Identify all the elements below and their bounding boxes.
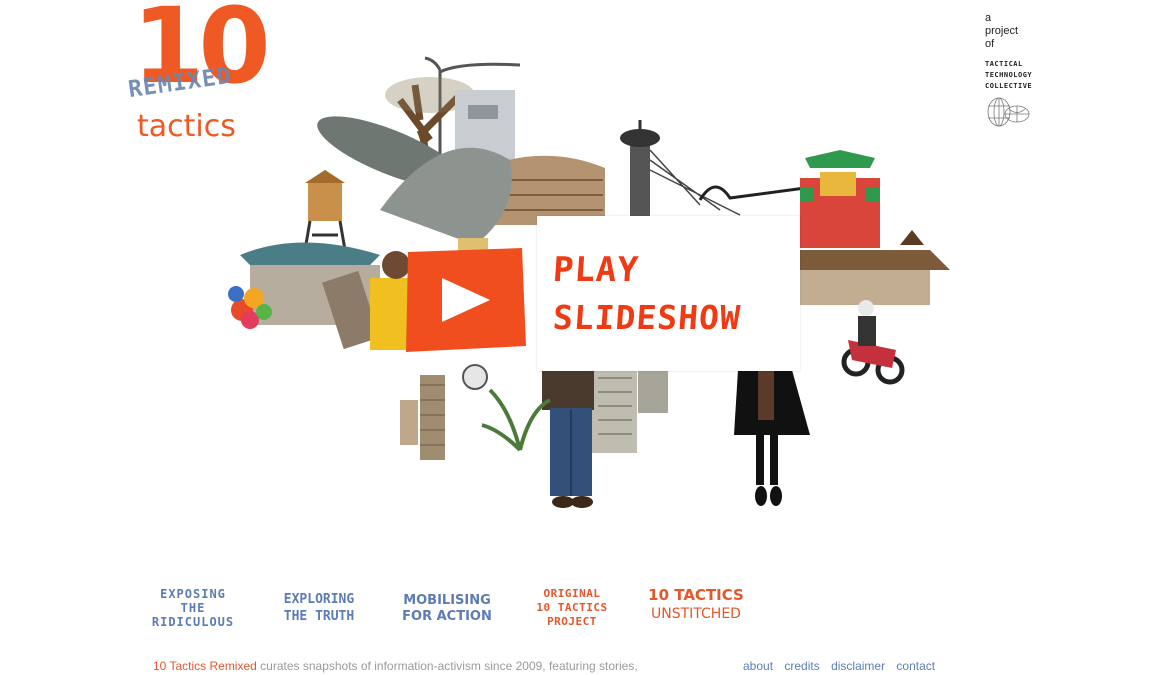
nav-exposing-line-2: THE: [180, 601, 206, 615]
nav-unstitched-line-1: 10 TACTICS: [648, 586, 744, 604]
nav-exploring-line-1: EXPLORING: [283, 592, 355, 607]
nav-10-tactics-unstitched[interactable]: 10 TACTICS UNSTITCHED: [643, 586, 749, 624]
nav-original-line-2: 10 TACTICS: [536, 601, 608, 614]
nav-original-line-1: ORIGINAL: [543, 587, 601, 600]
nav-exploring-line-2: THE TRUTH: [283, 609, 355, 624]
nav-exposing-line-1: EXPOSING: [160, 587, 226, 601]
nav-mobilising-for-action[interactable]: MOBILISING FOR ACTION: [395, 593, 499, 625]
nav-exposing-the-ridiculous[interactable]: EXPOSING THE RIDICULOUS: [143, 587, 243, 629]
footer-brand[interactable]: 10 Tactics Remixed: [153, 659, 257, 673]
play-slideshow-card[interactable]: PLAY SLIDESHOW: [537, 216, 800, 371]
play-icon: [406, 248, 526, 352]
footer-link-about[interactable]: about: [743, 659, 773, 673]
footer-description: 10 Tactics Remixed curates snapshots of …: [153, 659, 638, 673]
footer-link-credits[interactable]: credits: [784, 659, 819, 673]
footer-link-contact[interactable]: contact: [896, 659, 935, 673]
footer-links: about credits disclaimer contact: [743, 659, 943, 673]
ttc-line-3: COLLECTIVE: [985, 82, 1033, 90]
ttc-line-1: TACTICAL: [985, 60, 1023, 68]
credit-line-project: project: [985, 25, 1019, 37]
footer-description-text: curates snapshots of information-activis…: [256, 659, 638, 673]
nav-original-10-tactics-project[interactable]: ORIGINAL 10 TACTICS PROJECT: [524, 587, 620, 629]
credit-line-of: of: [985, 38, 995, 50]
ttc-globe-icon: [987, 97, 1030, 127]
nav-original-line-3: PROJECT: [547, 615, 597, 628]
slideshow-label: SLIDESHOW: [551, 298, 743, 337]
ttc-line-2: TECHNOLOGY: [985, 71, 1033, 79]
nav-mobilising-line-2: FOR ACTION: [402, 609, 492, 624]
nav-exposing-line-3: RIDICULOUS: [151, 615, 235, 629]
play-label: PLAY: [551, 250, 641, 290]
nav-mobilising-line-1: MOBILISING: [403, 593, 491, 608]
footer-link-disclaimer[interactable]: disclaimer: [831, 659, 885, 673]
credit-line-a: a: [985, 12, 992, 24]
play-slideshow-button[interactable]: [402, 246, 528, 354]
project-credit[interactable]: a project of TACTICAL TECHNOLOGY COLLECT…: [985, 12, 1032, 128]
nav-unstitched-line-2: UNSTITCHED: [651, 606, 741, 622]
ttc-name: TACTICAL TECHNOLOGY COLLECTIVE: [985, 59, 1032, 92]
nav-exploring-the-truth[interactable]: EXPLORING THE TRUTH: [266, 591, 372, 625]
